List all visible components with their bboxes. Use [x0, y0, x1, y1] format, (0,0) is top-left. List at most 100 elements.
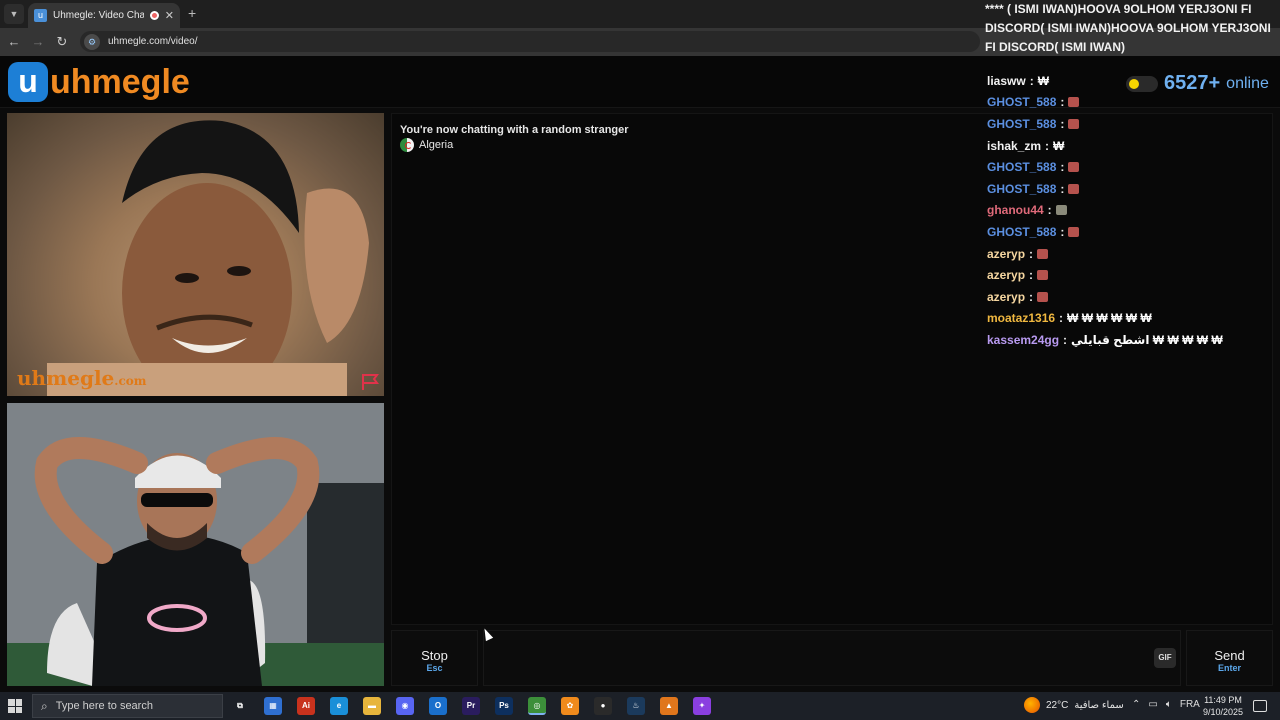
search-icon: ⌕: [41, 698, 48, 713]
watermark-main: uhmegle: [17, 366, 115, 390]
taskbar-adobe-ai-icon[interactable]: Ai: [297, 697, 315, 715]
feed-emote-icon: [1055, 205, 1067, 216]
feed-separator: :: [1060, 116, 1065, 131]
video-watermark: uhmegle.com: [17, 366, 146, 390]
algeria-flag-icon: [400, 138, 414, 152]
feed-line: azeryp:: [987, 243, 1277, 265]
tab-title: Uhmegle: Video Chat | Ome: [53, 10, 144, 21]
gif-button[interactable]: GIF: [1154, 648, 1176, 668]
tab-close-icon[interactable]: ✕: [165, 9, 174, 22]
feed-line: moataz1316: ₩ ₩ ₩ ₩ ₩ ₩: [987, 308, 1277, 330]
feed-emote-icon: [1068, 162, 1080, 173]
feed-line: azeryp:: [987, 286, 1277, 308]
feed-message: ₩: [1037, 73, 1050, 88]
feed-username: GHOST_588: [987, 116, 1057, 131]
weather-sun-icon: [1024, 697, 1040, 713]
taskbar-discord-icon[interactable]: ◉: [396, 697, 414, 715]
stream-chat-feed: liasww: ₩ GHOST_588: GHOST_588: ishak_zm: ₩ GH…: [987, 70, 1277, 351]
stop-button[interactable]: Stop Esc: [391, 630, 478, 686]
weather-description: سماء صافية: [1074, 699, 1124, 711]
taskbar-premiere-icon[interactable]: Pr: [462, 697, 480, 715]
taskbar-chrome-icon[interactable]: ◎: [528, 697, 546, 715]
network-icon[interactable]: ▭: [1148, 699, 1157, 710]
notification-icon[interactable]: [1253, 700, 1267, 712]
feed-line: GHOST_588:: [987, 221, 1277, 243]
clock-date: 9/10/2025: [1202, 707, 1244, 717]
address-bar[interactable]: ⚙ uhmegle.com/video/: [80, 31, 980, 52]
send-button[interactable]: Send Enter: [1186, 630, 1273, 686]
chat-status-text: You're now chatting with a random strang…: [400, 124, 629, 136]
feed-emote-icon: [1068, 183, 1080, 194]
feed-username: GHOST_588: [987, 95, 1057, 110]
taskbar-explorer-icon[interactable]: ▬: [363, 697, 381, 715]
feed-line: GHOST_588:: [987, 113, 1277, 135]
feed-separator: :: [1060, 95, 1065, 110]
taskbar-clock[interactable]: 11:49 PM 9/10/2025: [1198, 694, 1248, 718]
new-tab-button[interactable]: +: [188, 5, 196, 21]
taskbar-search[interactable]: ⌕ Type here to search: [32, 694, 223, 718]
feed-message: ₩: [1053, 138, 1065, 153]
self-video-frame: [7, 403, 384, 686]
taskbar-launcher-icon[interactable]: ▲: [660, 697, 678, 715]
send-label: Send: [1214, 648, 1245, 663]
taskbar-photoshop-icon[interactable]: Ps: [495, 697, 513, 715]
message-input[interactable]: [483, 630, 1181, 686]
feed-emote-icon: [1037, 248, 1049, 259]
feed-emote-icon: [1068, 97, 1080, 108]
feed-separator: :: [1060, 224, 1065, 239]
report-flag-icon[interactable]: [360, 373, 380, 391]
logo-mark: u: [8, 62, 48, 102]
feed-username: ishak_zm: [987, 138, 1042, 153]
forward-arrow-icon[interactable]: →: [30, 34, 46, 50]
taskbar-steam-icon[interactable]: ♨: [627, 697, 645, 715]
reload-icon[interactable]: ↻: [54, 34, 70, 50]
feed-emote-icon: [1068, 118, 1080, 129]
feed-line: ghanou44:: [987, 200, 1277, 222]
feed-emote-icon: [1037, 270, 1049, 281]
taskbar-store-icon[interactable]: ▦: [264, 697, 282, 715]
taskbar-fl-studio-icon[interactable]: ✿: [561, 697, 579, 715]
taskbar-search-placeholder: Type here to search: [55, 700, 153, 712]
uhmegle-logo[interactable]: u uhmegle: [8, 62, 190, 102]
windows-start-icon[interactable]: [8, 699, 22, 713]
feed-separator: :: [1059, 311, 1064, 326]
language-indicator[interactable]: FRA: [1180, 699, 1200, 710]
feed-username: liasww: [987, 73, 1026, 88]
taskbar-messenger-icon[interactable]: ✦: [693, 697, 711, 715]
feed-separator: :: [1045, 138, 1050, 153]
feed-message: ₩ ₩ ₩ ₩ ₩ ₩: [1067, 311, 1152, 326]
weather-widget[interactable]: 22°C سماء صافية: [1024, 697, 1124, 713]
weather-temperature: 22°C: [1046, 699, 1069, 711]
feed-username: GHOST_588: [987, 160, 1057, 175]
feed-username: moataz1316: [987, 311, 1056, 326]
feed-username: azeryp: [987, 268, 1026, 283]
taskbar-edge-icon[interactable]: e: [330, 697, 348, 715]
taskbar-task-view-icon[interactable]: ⧉: [231, 697, 249, 715]
back-arrow-icon[interactable]: ←: [6, 34, 22, 50]
system-tray: ⌃ ▭ 🔈︎ FRA: [1132, 699, 1200, 710]
stranger-video-frame: [47, 120, 369, 396]
chevron-up-icon[interactable]: ⌃: [1132, 699, 1140, 710]
send-shortcut: Enter: [1217, 663, 1241, 673]
feed-separator: :: [1063, 332, 1068, 347]
browser-tab[interactable]: u Uhmegle: Video Chat | Ome ✕: [28, 3, 180, 28]
recording-indicator-icon: [149, 11, 159, 20]
feed-separator: :: [1060, 160, 1065, 175]
stream-overlay-banner: **** ( ISMI IWAN)HOOVA 9OLHOM YERJ3ONI F…: [985, 2, 1271, 54]
feed-username: ghanou44: [987, 203, 1044, 218]
stranger-video: [7, 113, 384, 396]
clock-time: 11:49 PM: [1204, 695, 1242, 705]
feed-separator: :: [1029, 73, 1034, 88]
site-info-icon[interactable]: ⚙: [84, 33, 100, 50]
feed-line: GHOST_588:: [987, 178, 1277, 200]
feed-message: اشطح قبايلي ₩ ₩ ₩ ₩ ₩: [1071, 332, 1223, 347]
feed-separator: :: [1047, 203, 1052, 218]
url-text: uhmegle.com/video/: [108, 36, 198, 47]
feed-emote-icon: [1068, 226, 1080, 237]
taskbar-obs-icon[interactable]: ●: [594, 697, 612, 715]
volume-icon[interactable]: 🔈︎: [1166, 699, 1172, 710]
tab-search-chevron-down-icon[interactable]: ▼: [4, 4, 24, 24]
stop-shortcut: Esc: [426, 663, 443, 673]
feed-line: ishak_zm: ₩: [987, 135, 1277, 157]
taskbar-outlook-icon[interactable]: O: [429, 697, 447, 715]
